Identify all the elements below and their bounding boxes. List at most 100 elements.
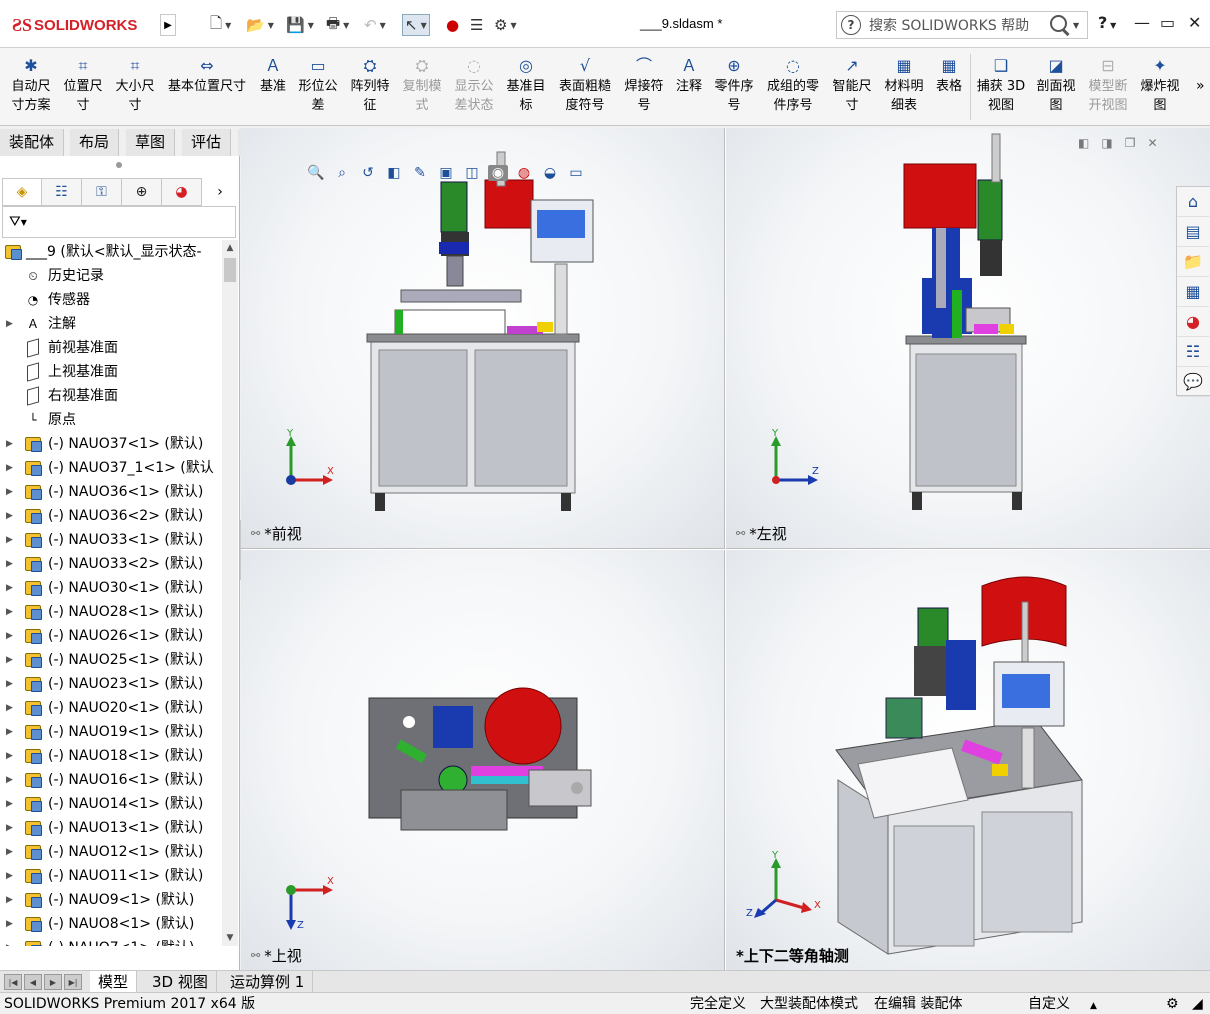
viewport-next-icon[interactable]: ◨ bbox=[1101, 136, 1112, 150]
ribbon-button-20[interactable]: ⊟ 模型断 开视图 bbox=[1086, 54, 1130, 115]
tree-item-component[interactable]: ▶ (-) NAUO36<1> (默认) bbox=[0, 480, 222, 504]
tree-item-component[interactable]: ▶ (-) NAUO30<1> (默认) bbox=[0, 576, 222, 600]
viewport-top[interactable]: X Z ⚯ *上视 bbox=[241, 550, 725, 970]
viewport-iso[interactable]: Y X Z *上下二等角轴测 bbox=[726, 550, 1210, 970]
options-button[interactable]: ⚙ ▼ bbox=[494, 14, 517, 36]
tree-scrollbar[interactable]: ▲ ▼ bbox=[222, 240, 238, 946]
expand-arrow-icon[interactable]: ▶ bbox=[6, 768, 13, 792]
search-input[interactable]: 搜索 SOLIDWORKS 帮助 bbox=[869, 15, 1047, 35]
solidworks-logo[interactable]: ƧS SOLIDWORKS bbox=[12, 12, 137, 38]
appearances-icon[interactable]: ◕ bbox=[1177, 307, 1209, 337]
expand-arrow-icon[interactable]: ▶ bbox=[6, 624, 13, 648]
tree-item-component[interactable]: ▶ (-) NAUO33<2> (默认) bbox=[0, 552, 222, 576]
next-tab-icon[interactable]: ▶ bbox=[44, 974, 62, 990]
more-tabs-icon[interactable]: › bbox=[202, 178, 238, 206]
previous-tab-icon[interactable]: ◀ bbox=[24, 974, 42, 990]
zoom-to-area-icon[interactable]: ⌕ bbox=[332, 165, 352, 181]
ribbon-button-0[interactable]: ✱ 自动尺 寸方案 bbox=[8, 54, 54, 115]
ribbon-button-15[interactable]: ↗ 智能尺寸 bbox=[830, 54, 874, 115]
tab-2[interactable]: 草图 bbox=[126, 129, 176, 156]
tree-item-component[interactable]: ▶ (-) NAUO13<1> (默认) bbox=[0, 816, 222, 840]
dimxpert-tab[interactable]: ⊕ bbox=[122, 178, 162, 206]
tree-item-component[interactable]: ▶ (-) NAUO36<2> (默认) bbox=[0, 504, 222, 528]
menu-expand-button[interactable]: ▶ bbox=[160, 14, 176, 36]
previous-view-icon[interactable]: ↺ bbox=[358, 165, 378, 181]
rebuild-button[interactable]: ● bbox=[446, 14, 459, 36]
ribbon-button-5[interactable]: ▭ 形位公差 bbox=[296, 54, 340, 115]
minimize-button[interactable]: — bbox=[1134, 13, 1150, 32]
ribbon-button-16[interactable]: ▦ 材料明 细表 bbox=[882, 54, 926, 115]
property-manager-tab[interactable]: ☷ bbox=[42, 178, 82, 206]
expand-arrow-icon[interactable]: ▶ bbox=[6, 720, 13, 744]
ribbon-button-4[interactable]: Ａ 基准 bbox=[258, 54, 288, 96]
expand-arrow-icon[interactable]: ▶ bbox=[6, 432, 13, 456]
tab-1[interactable]: 布局 bbox=[70, 129, 120, 156]
rebuild-status-icon[interactable]: ⚙ bbox=[1166, 993, 1179, 1014]
ribbon-button-11[interactable]: ⌒ 焊接符号 bbox=[622, 54, 666, 115]
viewport-left[interactable]: Y Z ⚯ *左视 bbox=[726, 128, 1210, 549]
feature-tree-tab[interactable]: ◈ bbox=[2, 178, 42, 206]
expand-arrow-icon[interactable]: ▶ bbox=[6, 480, 13, 504]
help-search-box[interactable]: ? 搜索 SOLIDWORKS 帮助 ▼ bbox=[836, 11, 1088, 39]
tree-item-feature[interactable]: ◔ 传感器 bbox=[0, 288, 222, 312]
expand-arrow-icon[interactable]: ▶ bbox=[6, 840, 13, 864]
bottom-tab-2[interactable]: 运动算例 1 bbox=[222, 971, 314, 993]
hide-show-icon[interactable]: ◉ bbox=[488, 165, 508, 181]
expand-arrow-icon[interactable]: ▶ bbox=[6, 528, 13, 552]
panel-grip[interactable] bbox=[116, 162, 122, 168]
expand-arrow-icon[interactable]: ▶ bbox=[6, 504, 13, 528]
ribbon-button-2[interactable]: ⌗ 大小尺寸 bbox=[112, 54, 158, 115]
view-orientation-icon[interactable]: ▣ bbox=[436, 165, 456, 181]
units-selector[interactable]: 自定义 ▲ bbox=[1028, 993, 1097, 1014]
ribbon-button-6[interactable]: ⛭ 阵列特征 bbox=[348, 54, 392, 115]
tree-item-feature[interactable]: 右视基准面 bbox=[0, 384, 222, 408]
tab-3[interactable]: 评估 bbox=[182, 129, 232, 156]
edit-appearance-icon[interactable]: ◍ bbox=[514, 165, 534, 181]
home-icon[interactable]: ⌂ bbox=[1177, 187, 1209, 217]
ribbon-button-19[interactable]: ◪ 剖面视图 bbox=[1034, 54, 1078, 115]
custom-properties-icon[interactable]: ☷ bbox=[1177, 337, 1209, 367]
open-button[interactable]: 📂 ▼ bbox=[246, 14, 274, 36]
ribbon-button-10[interactable]: √ 表面粗糙 度符号 bbox=[556, 54, 614, 115]
zoom-to-fit-icon[interactable]: 🔍 bbox=[306, 165, 326, 181]
help-button[interactable]: ? ▼ bbox=[1098, 13, 1116, 32]
print-button[interactable]: 🖶 ▼ bbox=[326, 14, 349, 36]
expand-arrow-icon[interactable]: ▶ bbox=[6, 792, 13, 816]
dynamic-annotation-icon[interactable]: ✎ bbox=[410, 165, 430, 181]
bottom-tab-1[interactable]: 3D 视图 bbox=[144, 971, 217, 993]
tree-item-component[interactable]: ▶ (-) NAUO16<1> (默认) bbox=[0, 768, 222, 792]
scroll-thumb[interactable] bbox=[224, 258, 236, 282]
expand-arrow-icon[interactable]: ▶ bbox=[6, 696, 13, 720]
maximize-button[interactable]: ▭ bbox=[1160, 13, 1175, 32]
tree-item-component[interactable]: ▶ (-) NAUO18<1> (默认) bbox=[0, 744, 222, 768]
expand-arrow-icon[interactable]: ▶ bbox=[6, 816, 13, 840]
tree-item-component[interactable]: ▶ (-) NAUO33<1> (默认) bbox=[0, 528, 222, 552]
view-palette-icon[interactable]: ▦ bbox=[1177, 277, 1209, 307]
viewport-restore-icon[interactable]: ❐ bbox=[1125, 136, 1136, 150]
expand-arrow-icon[interactable]: ▶ bbox=[6, 888, 13, 912]
tree-item-component[interactable]: ▶ (-) NAUO8<1> (默认) bbox=[0, 912, 222, 936]
expand-arrow-icon[interactable]: ▶ bbox=[6, 648, 13, 672]
display-style-icon[interactable]: ◫ bbox=[462, 165, 482, 181]
ribbon-button-14[interactable]: ◌ 成组的零 件序号 bbox=[764, 54, 822, 115]
tree-item-feature[interactable]: 上视基准面 bbox=[0, 360, 222, 384]
scroll-down-icon[interactable]: ▼ bbox=[222, 930, 238, 946]
ribbon-button-7[interactable]: ⛭ 复制模式 bbox=[400, 54, 444, 115]
section-view-icon[interactable]: ◧ bbox=[384, 165, 404, 181]
ribbon-button-9[interactable]: ◎ 基准目标 bbox=[504, 54, 548, 115]
tree-item-feature[interactable]: 前视基准面 bbox=[0, 336, 222, 360]
tree-item-component[interactable]: ▶ (-) NAUO12<1> (默认) bbox=[0, 840, 222, 864]
new-document-button[interactable]: 🗋 ▼ bbox=[210, 14, 231, 36]
save-button[interactable]: 💾 ▼ bbox=[286, 14, 314, 36]
ribbon-button-12[interactable]: Ａ 注释 bbox=[674, 54, 704, 96]
tree-item-component[interactable]: ▶ (-) NAUO37_1<1> (默认 bbox=[0, 456, 222, 480]
viewport-close-icon[interactable]: ✕ bbox=[1147, 136, 1157, 150]
tree-item-component[interactable]: ▶ (-) NAUO37<1> (默认) bbox=[0, 432, 222, 456]
graphics-area[interactable]: Y X ⚯ *前视 Y Z ⚯ *左视 X Z ⚯ *上视 Y X Z *上下二… bbox=[241, 128, 1210, 970]
tree-item-component[interactable]: ▶ (-) NAUO11<1> (默认) bbox=[0, 864, 222, 888]
search-dropdown-icon[interactable]: ▼ bbox=[1073, 21, 1087, 30]
expand-arrow-icon[interactable]: ▶ bbox=[6, 456, 13, 480]
tree-item-component[interactable]: ▶ (-) NAUO14<1> (默认) bbox=[0, 792, 222, 816]
tab-0[interactable]: 装配体 bbox=[0, 129, 65, 156]
tree-root-assembly[interactable]: ___9 (默认<默认_显示状态- bbox=[0, 240, 222, 264]
